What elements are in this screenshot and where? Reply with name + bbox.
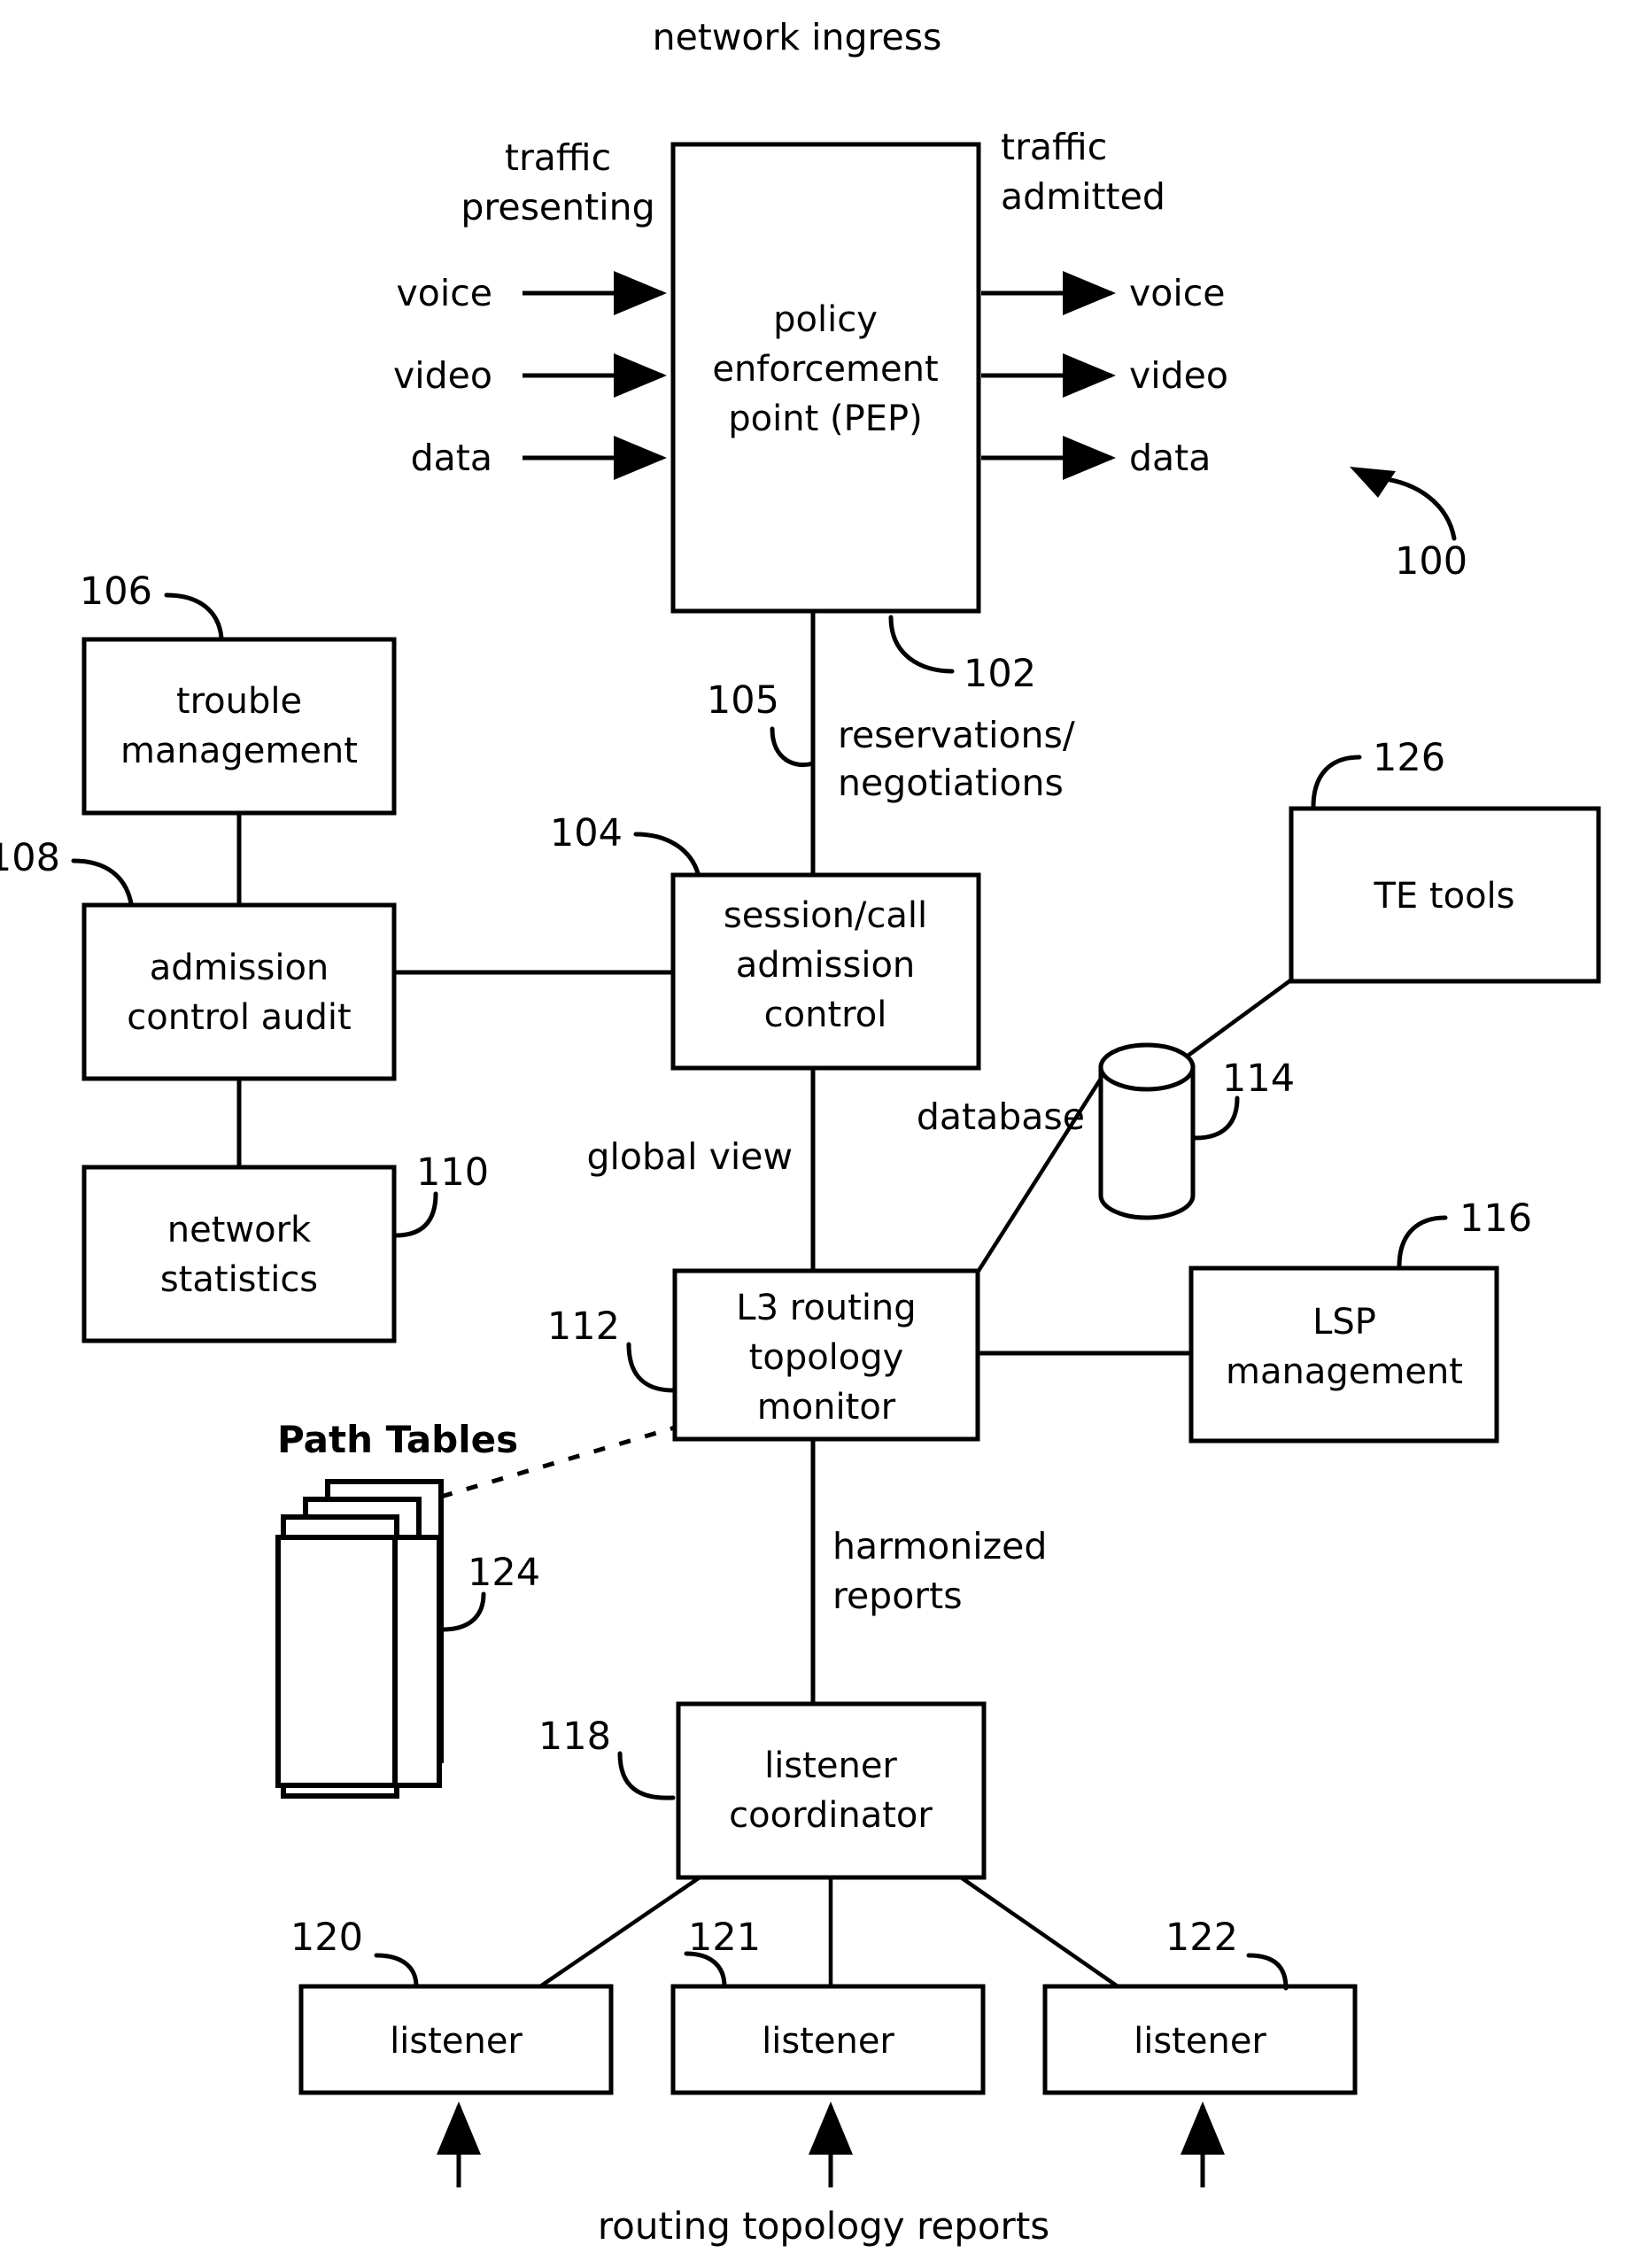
harmonized-reports-line1: harmonized	[832, 1525, 1047, 1567]
path-tables-label: Path Tables	[277, 1418, 518, 1461]
coordinator-to-listener-1-link	[538, 1876, 701, 1988]
path-tables-stack[interactable]	[275, 1479, 444, 1799]
output-video: video	[1129, 354, 1228, 397]
ref-102: 102	[964, 652, 1036, 696]
trouble-management-box[interactable]	[81, 637, 397, 816]
ref-105: 105	[707, 678, 779, 723]
cac-line3: control	[764, 995, 887, 1035]
l3-line2: topology	[749, 1337, 904, 1378]
reservations-label-line2: negotiations	[838, 762, 1064, 804]
network-statistics-box[interactable]	[81, 1165, 397, 1343]
global-view-label: global view	[587, 1135, 794, 1178]
reservations-label-line1: reservations/	[838, 714, 1075, 756]
ref-leader-126	[1311, 755, 1362, 809]
ref-leader-108	[71, 858, 134, 906]
ref-leader-124	[440, 1591, 486, 1632]
traffic-presenting-line1: traffic	[505, 136, 611, 179]
diagram-canvas: network ingress policy enforcement point…	[0, 16, 1601, 2248]
trouble-management-line2: management	[120, 731, 358, 771]
ref-arrowhead-100	[1350, 467, 1396, 498]
database-label: database	[917, 1095, 1085, 1138]
ref-leader-104	[633, 832, 701, 876]
admission-control-audit-line1: admission	[150, 948, 329, 988]
cac-line1: session/call	[724, 895, 927, 936]
ref-leader-118	[617, 1751, 676, 1800]
ref-120: 120	[290, 1916, 363, 1960]
network-statistics-line1: network	[167, 1210, 312, 1250]
network-statistics-line2: statistics	[160, 1259, 318, 1300]
ref-112: 112	[547, 1304, 620, 1349]
routing-topology-reports-caption: routing topology reports	[598, 2204, 1049, 2248]
input-voice: voice	[396, 272, 492, 314]
ref-116: 116	[1459, 1196, 1532, 1241]
pep-label-line3: point (PEP)	[728, 399, 922, 439]
listener-coordinator-line2: coordinator	[729, 1795, 933, 1836]
ref-121: 121	[688, 1916, 761, 1960]
database-to-te-tools-link	[1185, 977, 1295, 1058]
ref-leader-120	[374, 1953, 419, 1989]
ref-118: 118	[538, 1715, 611, 1759]
database-cylinder[interactable]	[1098, 1042, 1196, 1220]
network-ingress-label-line1: network ingress	[653, 16, 942, 58]
ref-106: 106	[80, 569, 152, 614]
listener-3-label: listener	[1134, 2021, 1266, 2062]
traffic-admitted-line1: traffic	[1001, 126, 1107, 168]
ref-leader-102	[888, 615, 955, 674]
admission-control-audit-line2: control audit	[127, 997, 351, 1038]
listener-2-label: listener	[762, 2021, 894, 2062]
ref-104: 104	[550, 811, 623, 855]
l3-line1: L3 routing	[736, 1288, 916, 1328]
ref-leader-110	[393, 1191, 438, 1238]
listener-coordinator-line1: listener	[764, 1746, 897, 1786]
coordinator-to-listener-3-link	[959, 1876, 1119, 1988]
admission-control-audit-box[interactable]	[81, 902, 397, 1081]
ref-122: 122	[1165, 1916, 1238, 1960]
lsp-line1: LSP	[1312, 1302, 1376, 1343]
ref-leader-100	[1377, 476, 1457, 541]
ref-124: 124	[468, 1551, 540, 1595]
patent-figure: network ingress policy enforcement point…	[0, 0, 1649, 2268]
ref-leader-122	[1246, 1953, 1289, 1991]
ref-126: 126	[1373, 736, 1445, 780]
trouble-management-line1: trouble	[176, 681, 302, 722]
ref-leader-112	[626, 1342, 676, 1393]
ref-110: 110	[416, 1150, 489, 1195]
ref-leader-116	[1397, 1215, 1448, 1269]
ref-100: 100	[1395, 539, 1467, 584]
te-tools-label: TE tools	[1373, 876, 1514, 917]
listener-1-label: listener	[390, 2021, 523, 2062]
traffic-presenting-line2: presenting	[461, 186, 654, 228]
ref-leader-114	[1193, 1095, 1240, 1141]
l3-line3: monitor	[757, 1387, 896, 1428]
output-data: data	[1129, 437, 1211, 479]
lsp-line2: management	[1226, 1351, 1463, 1392]
input-data: data	[411, 437, 492, 479]
ref-leader-106	[164, 592, 224, 640]
ref-114: 114	[1222, 1057, 1295, 1101]
cac-line2: admission	[736, 945, 916, 986]
pep-label-line1: policy	[773, 299, 878, 340]
listener-coordinator-box[interactable]	[676, 1701, 987, 1880]
pep-label-line2: enforcement	[712, 349, 938, 390]
output-voice: voice	[1129, 272, 1226, 314]
input-video: video	[393, 354, 492, 397]
traffic-admitted-line2: admitted	[1001, 175, 1165, 218]
harmonized-reports-line2: reports	[832, 1575, 963, 1617]
ref-108: 108	[0, 836, 60, 880]
ref-leader-105	[770, 726, 816, 768]
